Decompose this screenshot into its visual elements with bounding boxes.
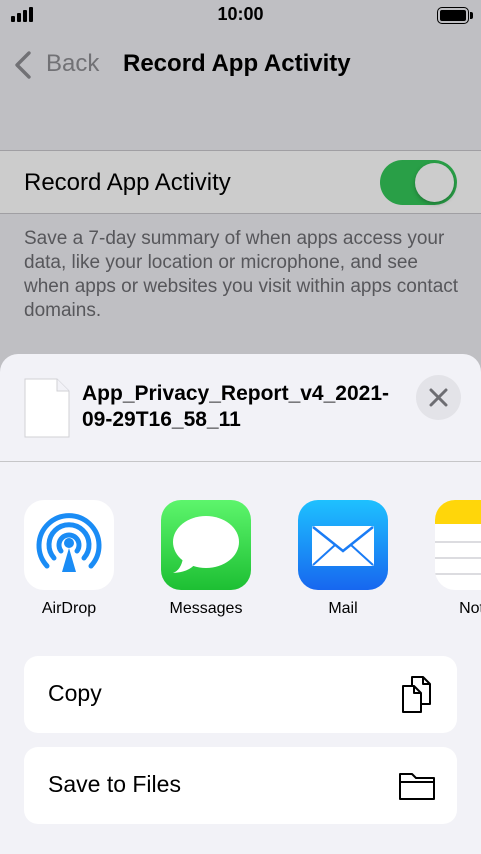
share-app-label: Notes bbox=[459, 600, 481, 617]
copy-icon bbox=[402, 676, 431, 713]
messages-icon bbox=[161, 500, 251, 590]
file-name: App_Privacy_Report_v4_2021-09-29T16_58_1… bbox=[82, 382, 390, 431]
document-icon bbox=[24, 378, 70, 438]
close-button[interactable] bbox=[416, 375, 461, 420]
airdrop-icon bbox=[24, 500, 114, 590]
save-to-files-action[interactable]: Save to Files bbox=[24, 747, 457, 824]
share-app-mail[interactable]: Mail bbox=[297, 500, 389, 624]
share-app-label: Mail bbox=[328, 600, 358, 617]
share-app-notes[interactable]: Notes bbox=[434, 500, 481, 624]
share-app-label: Messages bbox=[169, 600, 243, 617]
share-app-airdrop[interactable]: AirDrop bbox=[23, 500, 115, 624]
close-icon bbox=[429, 388, 448, 407]
share-sheet-header: App_Privacy_Report_v4_2021-09-29T16_58_1… bbox=[0, 354, 481, 462]
copy-label: Copy bbox=[48, 680, 102, 706]
mail-icon bbox=[298, 500, 388, 590]
notes-icon bbox=[435, 500, 481, 590]
share-app-messages[interactable]: Messages bbox=[160, 500, 252, 624]
folder-icon bbox=[399, 773, 435, 800]
share-sheet: App_Privacy_Report_v4_2021-09-29T16_58_1… bbox=[0, 354, 481, 854]
save-to-files-label: Save to Files bbox=[48, 771, 181, 797]
share-apps-row: AirDrop Messages Mail No bbox=[0, 500, 481, 624]
share-app-label: AirDrop bbox=[41, 600, 97, 617]
copy-action[interactable]: Copy bbox=[24, 656, 457, 733]
